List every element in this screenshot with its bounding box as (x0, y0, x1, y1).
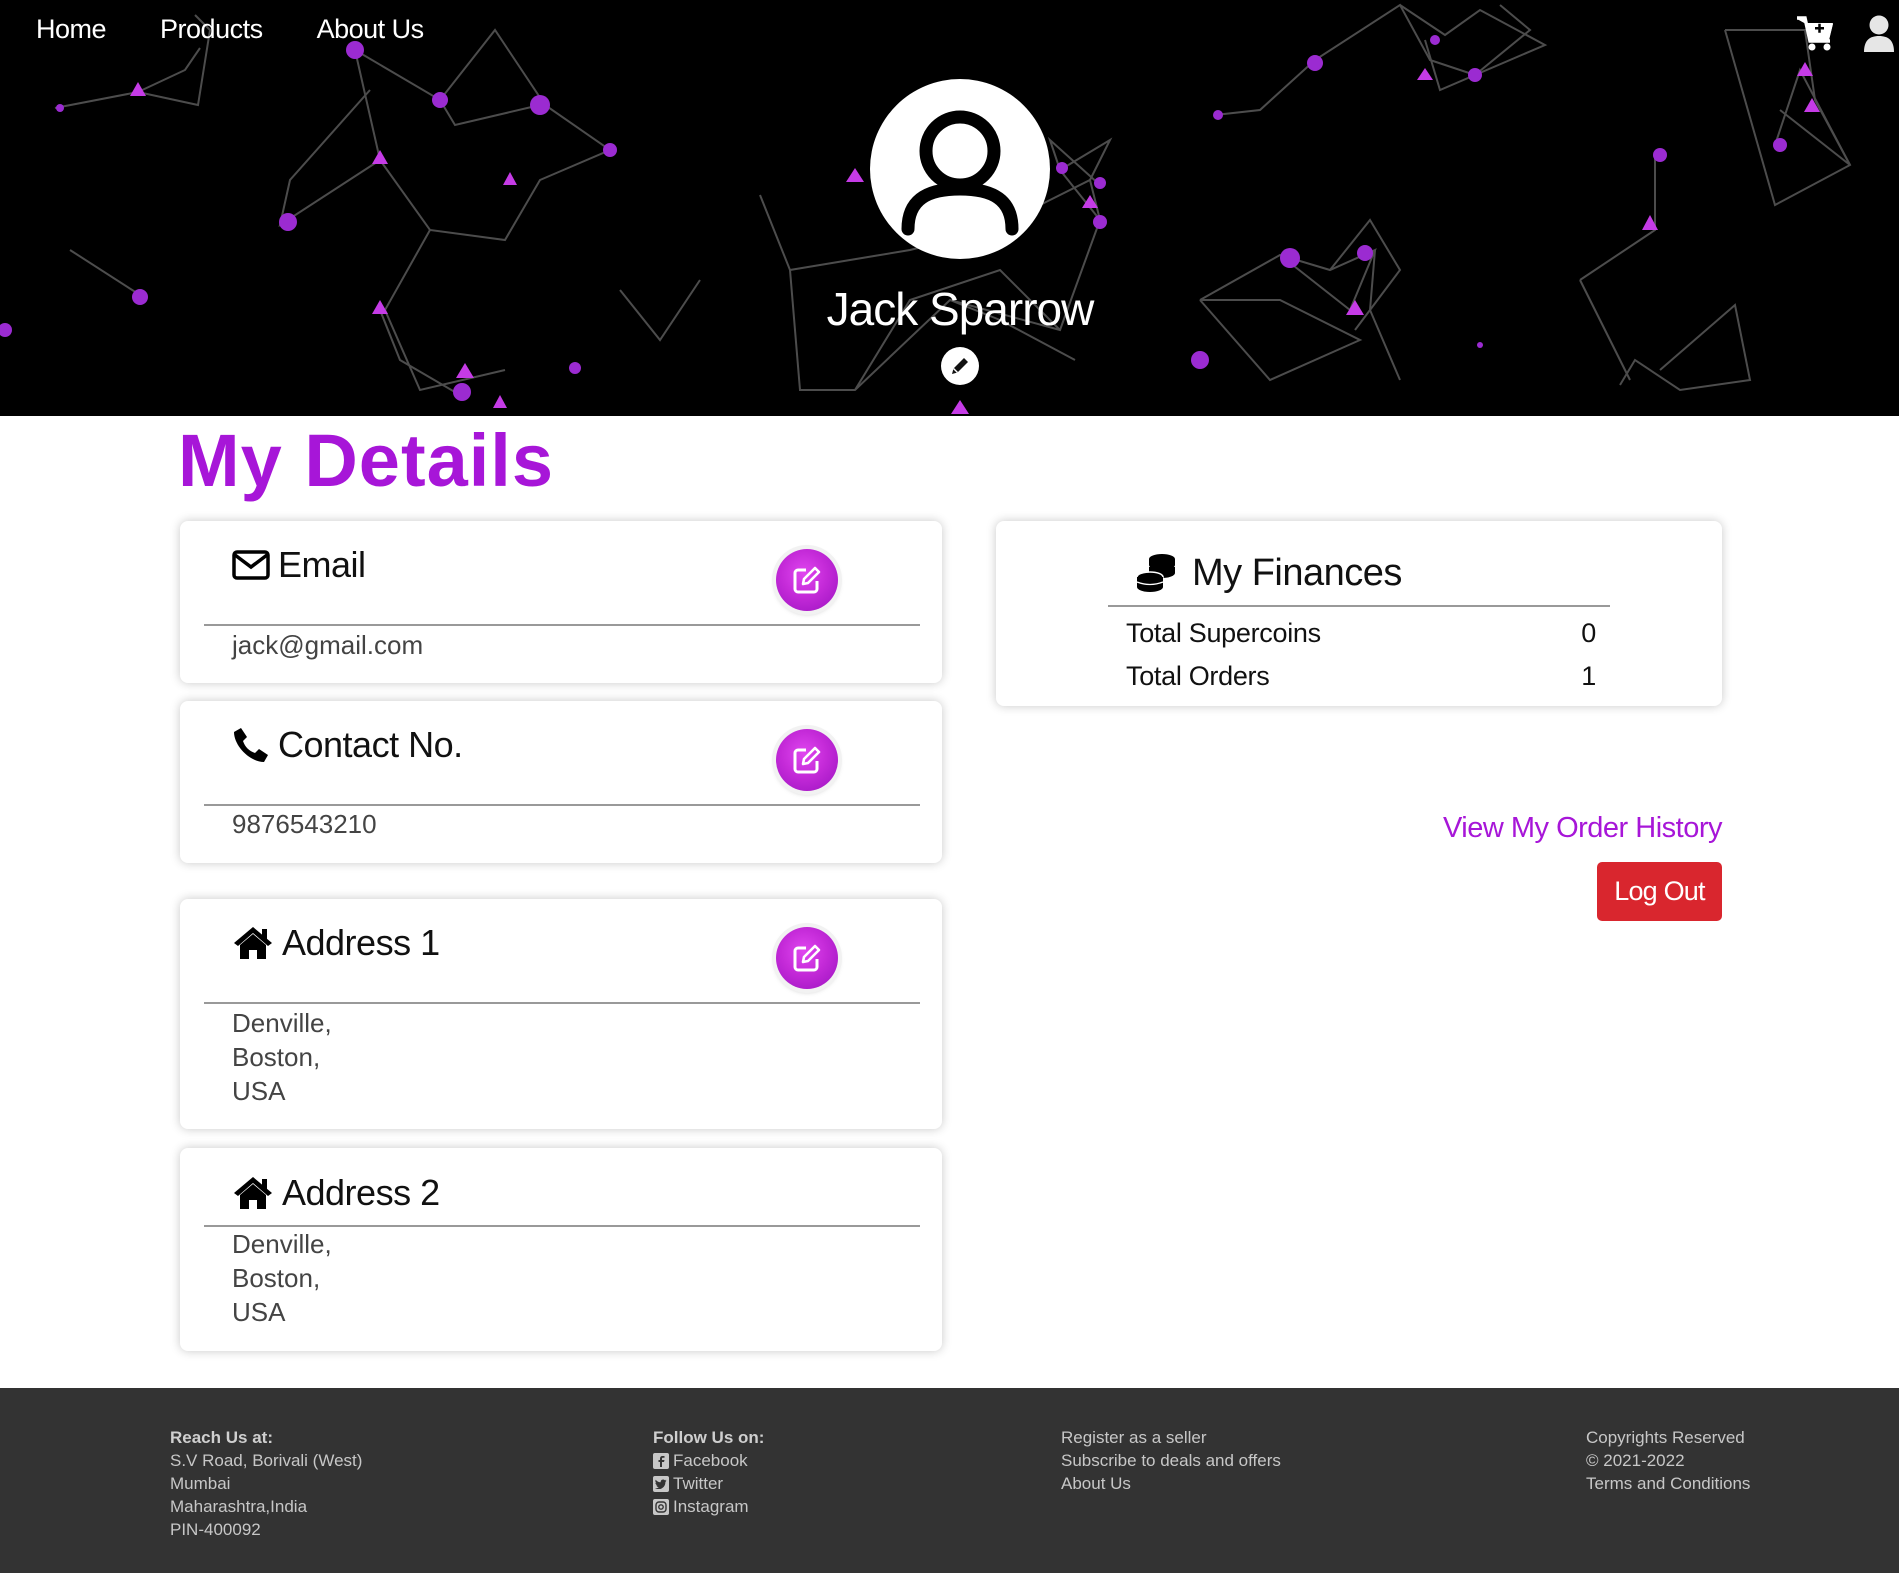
instagram-link[interactable]: Instagram (653, 1495, 764, 1518)
register-seller-link[interactable]: Register as a seller (1061, 1426, 1281, 1449)
footer: Reach Us at: S.V Road, Borivali (West) M… (0, 1388, 1899, 1573)
envelope-icon (232, 550, 270, 580)
pencil-icon (952, 358, 968, 374)
finances-title: My Finances (1192, 551, 1402, 594)
footer-reach-heading: Reach Us at: (170, 1428, 273, 1447)
page-title: My Details (178, 419, 555, 502)
profile-name: Jack Sparrow (826, 283, 1095, 335)
email-card: Email jack@gmail.com (180, 521, 942, 683)
edit-icon (793, 746, 821, 774)
edit-address1-button[interactable] (776, 927, 838, 989)
finance-row-supercoins: Total Supercoins 0 (1126, 618, 1596, 649)
finance-label: Total Supercoins (1126, 618, 1321, 648)
email-label: Email (278, 544, 366, 585)
footer-contact: Reach Us at: S.V Road, Borivali (West) M… (170, 1426, 362, 1541)
cart-plus-icon[interactable] (1796, 14, 1836, 54)
copyright-years: © 2021-2022 (1586, 1451, 1685, 1470)
contact-label: Contact No. (278, 724, 463, 765)
order-history-link[interactable]: View My Order History (1443, 812, 1723, 845)
footer-address-line: S.V Road, Borivali (West) (170, 1451, 363, 1470)
finance-label: Total Orders (1126, 661, 1270, 691)
nav-products-link[interactable]: Products (160, 14, 263, 45)
edit-email-button[interactable] (776, 549, 838, 611)
contact-card: Contact No. 9876543210 (180, 701, 942, 863)
footer-address-line: Maharashtra,India (170, 1497, 308, 1516)
email-value: jack@gmail.com (232, 630, 424, 660)
nav-home-link[interactable]: Home (36, 14, 107, 45)
footer-legal: Copyrights Reserved © 2021-2022 Terms an… (1586, 1426, 1750, 1495)
address1-card: Address 1 Denville, Boston, USA (180, 899, 942, 1129)
edit-contact-button[interactable] (776, 729, 838, 791)
facebook-icon (653, 1452, 669, 1469)
address2-value: Denville, Boston, USA (232, 1229, 332, 1327)
facebook-link[interactable]: Facebook (653, 1449, 764, 1472)
footer-links: Register as a seller Subscribe to deals … (1061, 1426, 1281, 1495)
finance-value: 1 (1581, 661, 1596, 691)
phone-icon (234, 728, 268, 762)
footer-follow-heading: Follow Us on: (653, 1428, 765, 1447)
twitter-icon (653, 1475, 669, 1492)
twitter-link[interactable]: Twitter (653, 1472, 764, 1495)
edit-icon (793, 566, 821, 594)
footer-address-line: PIN-400092 (170, 1520, 261, 1539)
edit-icon (793, 944, 821, 972)
home-icon (234, 1177, 272, 1209)
address1-label: Address 1 (282, 922, 440, 963)
footer-social: Follow Us on: Facebook Twitter Instagram (653, 1426, 764, 1518)
home-icon (234, 927, 272, 959)
instagram-icon (653, 1498, 669, 1515)
edit-name-button[interactable] (941, 347, 979, 385)
terms-link[interactable]: Terms and Conditions (1586, 1472, 1750, 1495)
finance-row-orders: Total Orders 1 (1126, 661, 1596, 692)
profile-hero: Home Products About Us Jack Sparrow (0, 0, 1899, 416)
copyright-text: Copyrights Reserved (1586, 1428, 1745, 1447)
logout-button[interactable]: Log Out (1597, 862, 1722, 921)
footer-address-line: Mumbai (170, 1474, 231, 1493)
finance-value: 0 (1581, 618, 1596, 648)
address2-card: Address 2 Denville, Boston, USA (180, 1148, 942, 1351)
nav-about-link[interactable]: About Us (317, 14, 425, 45)
subscribe-link[interactable]: Subscribe to deals and offers (1061, 1449, 1281, 1472)
user-icon[interactable] (1862, 14, 1896, 54)
avatar (870, 79, 1050, 259)
contact-value: 9876543210 (232, 809, 377, 839)
finances-card: My Finances Total Supercoins 0 Total Ord… (996, 521, 1722, 706)
address1-value: Denville, Boston, USA (232, 1008, 332, 1106)
footer-about-link[interactable]: About Us (1061, 1472, 1281, 1495)
main-nav: Home Products About Us (36, 14, 424, 45)
user-circle-icon (901, 110, 1019, 236)
address2-label: Address 2 (282, 1172, 440, 1213)
coins-icon (1136, 554, 1175, 592)
